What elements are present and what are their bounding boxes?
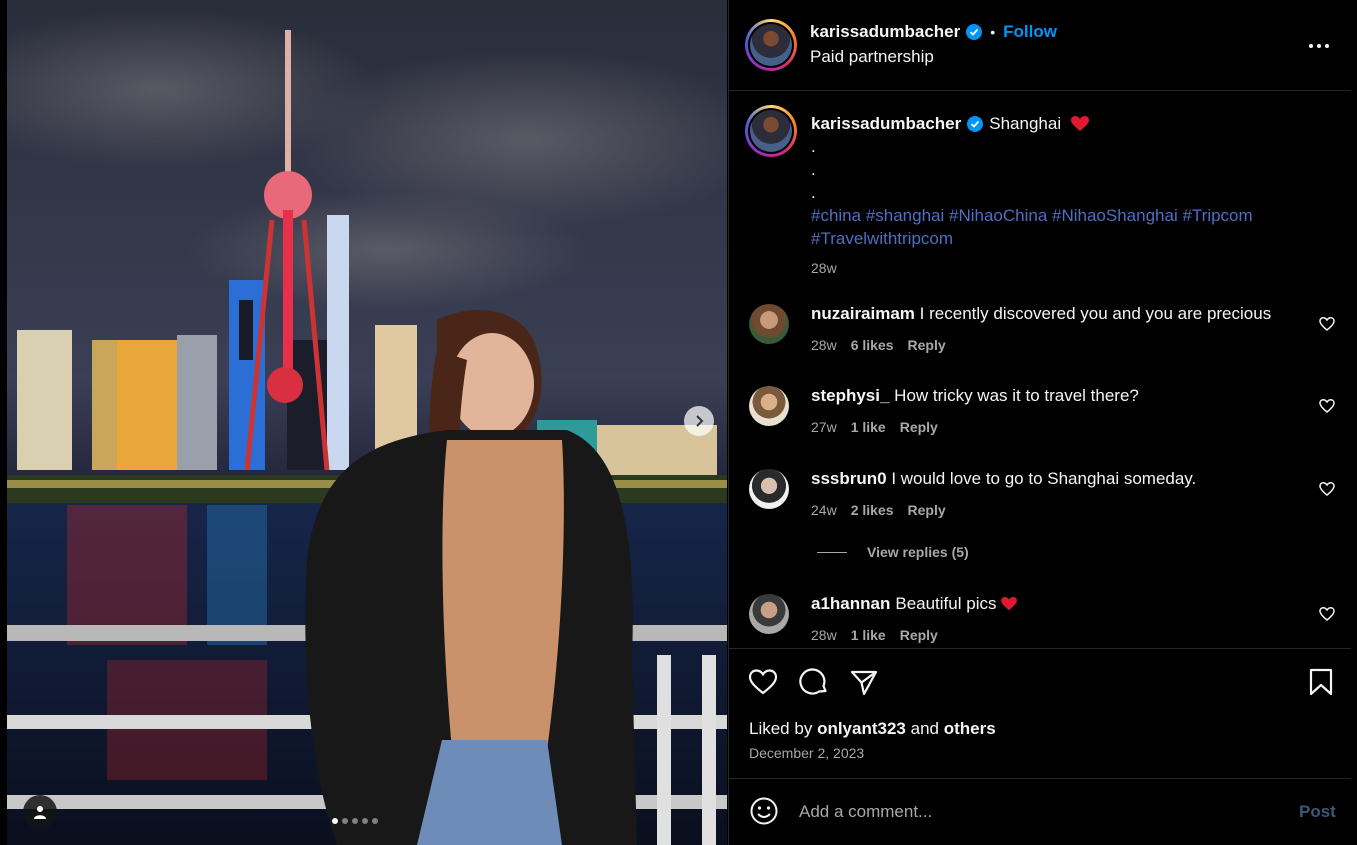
view-replies-label: View replies (5) [867, 544, 969, 560]
like-heart-icon[interactable] [748, 667, 778, 697]
bookmark-icon[interactable] [1306, 667, 1336, 697]
carousel-indicator [332, 818, 378, 824]
author-username[interactable]: karissadumbacher [810, 22, 960, 42]
tagged-users-button[interactable] [23, 795, 57, 829]
comment-time: 28w [811, 627, 837, 643]
carousel-dot [352, 818, 358, 824]
verified-badge-icon [967, 115, 984, 132]
more-options-icon[interactable] [1307, 36, 1331, 56]
post-details-panel: karissadumbacher • Follow Paid partnersh… [728, 0, 1351, 845]
red-heart-icon [1001, 597, 1018, 611]
separator-dot: • [990, 24, 996, 40]
comment-likes[interactable]: 1 like [851, 419, 886, 435]
verified-badge-icon [966, 24, 983, 40]
comment-likes[interactable]: 2 likes [851, 502, 894, 518]
paid-partnership-label[interactable]: Paid partnership [810, 47, 934, 67]
user-tag-icon [34, 806, 46, 819]
liked-by-user[interactable]: onlyant323 [817, 719, 906, 738]
commenter-username[interactable]: nuzairaimam [811, 304, 915, 323]
comment-item: stephysi_ How tricky was it to travel th… [729, 386, 1351, 446]
commenter-avatar[interactable] [749, 386, 789, 426]
liked-by-others[interactable]: others [944, 719, 996, 738]
carousel-dot [332, 818, 338, 824]
reply-button[interactable]: Reply [900, 627, 938, 643]
commenter-avatar[interactable] [749, 594, 789, 634]
comment-text: How tricky was it to travel there? [894, 386, 1139, 405]
liked-by-prefix: Liked by [749, 719, 813, 738]
post-comment-button[interactable]: Post [1299, 802, 1336, 822]
carousel-dot [342, 818, 348, 824]
comment-likes[interactable]: 6 likes [851, 337, 894, 353]
commenter-username[interactable]: sssbrun0 [811, 469, 887, 488]
heart-icon[interactable] [1319, 316, 1335, 332]
chevron-right-icon [696, 415, 704, 427]
red-heart-icon [1071, 115, 1090, 131]
follow-button[interactable]: Follow [1003, 22, 1057, 42]
comment-input[interactable] [799, 798, 1259, 826]
reply-button[interactable]: Reply [908, 502, 946, 518]
comment-text: I recently discovered you and you are pr… [919, 304, 1272, 323]
caption-hashtags-line-2[interactable]: #Travelwithtripcom [811, 227, 1311, 250]
commenter-avatar[interactable] [749, 469, 789, 509]
liked-by-text: Liked by onlyant323 and others [749, 719, 996, 739]
post-actions-bar: Liked by onlyant323 and others December … [729, 648, 1351, 779]
post-header: karissadumbacher • Follow Paid partnersh… [729, 0, 1351, 91]
liked-by-and: and [910, 719, 939, 738]
replies-divider-line [817, 551, 847, 553]
caption-hashtags-line-1[interactable]: #china #shanghai #NihaoChina #NihaoShang… [811, 204, 1311, 227]
heart-icon[interactable] [1319, 398, 1335, 414]
caption-dot-1: . [811, 137, 816, 156]
caption-location-text: Shanghai [989, 114, 1062, 133]
add-comment-bar: Post [729, 780, 1351, 845]
comment-likes[interactable]: 1 like [851, 627, 886, 643]
caption-author-avatar[interactable] [745, 105, 797, 157]
post-date: December 2, 2023 [749, 745, 865, 761]
commenter-username[interactable]: a1hannan [811, 594, 890, 614]
emoji-icon[interactable] [749, 796, 779, 826]
view-replies-button[interactable]: View replies (5) [817, 544, 969, 560]
comment-time: 27w [811, 419, 837, 435]
share-icon[interactable] [849, 667, 879, 697]
heart-icon[interactable] [1319, 606, 1335, 622]
comment-item: a1hannan Beautiful pics 28w 1 like Reply [729, 594, 1351, 654]
comment-time: 24w [811, 502, 837, 518]
caption-username[interactable]: karissadumbacher [811, 112, 961, 135]
comment-text: Beautiful pics [895, 594, 997, 613]
shanghai-night-photo [7, 0, 727, 845]
caption-dot-2: . [811, 160, 816, 179]
next-image-button[interactable] [684, 406, 714, 436]
carousel-dot [372, 818, 378, 824]
commenter-avatar[interactable] [749, 304, 789, 344]
reply-button[interactable]: Reply [900, 419, 938, 435]
comment-text: I would love to go to Shanghai someday. [891, 469, 1197, 488]
comment-item: sssbrun0 I would love to go to Shanghai … [729, 469, 1351, 529]
comment-item: nuzairaimam I recently discovered you an… [729, 304, 1351, 364]
post-image[interactable] [7, 0, 727, 845]
heart-icon[interactable] [1319, 481, 1335, 497]
caption-time: 28w [811, 260, 837, 276]
comment-icon[interactable] [799, 667, 829, 697]
caption-dot-3: . [811, 183, 816, 202]
carousel-dot [362, 818, 368, 824]
commenter-username[interactable]: stephysi_ [811, 386, 889, 405]
author-avatar[interactable] [745, 19, 797, 71]
comment-time: 28w [811, 337, 837, 353]
reply-button[interactable]: Reply [908, 337, 946, 353]
